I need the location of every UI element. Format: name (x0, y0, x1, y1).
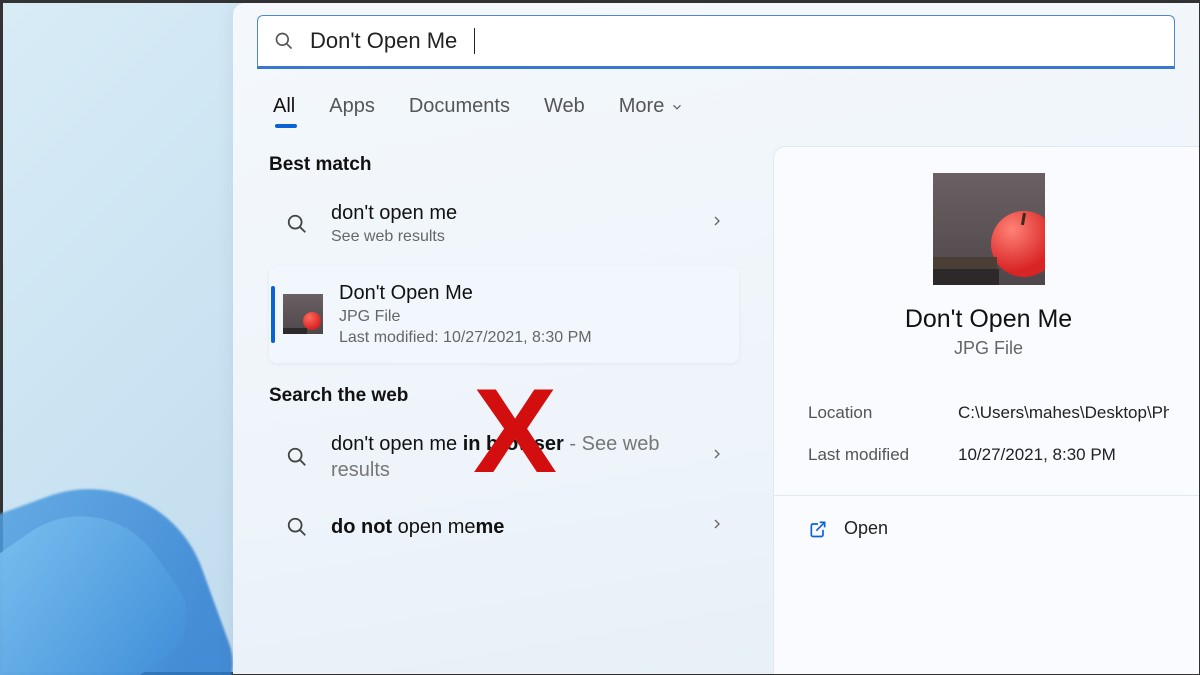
preview-thumbnail (933, 173, 1045, 285)
result-title: do not open meme (331, 514, 693, 540)
open-label: Open (844, 518, 888, 539)
chevron-right-icon[interactable] (709, 446, 725, 467)
meta-location-label: Location (808, 403, 958, 423)
divider (774, 495, 1199, 496)
chevron-right-icon[interactable] (709, 516, 725, 537)
preview-metadata: Location C:\Users\mahes\Desktop\Phot Las… (808, 403, 1169, 465)
meta-location-value: C:\Users\mahes\Desktop\Phot (958, 403, 1169, 423)
results-list: Best match don't open me See web results (233, 140, 763, 674)
preview-type: JPG File (808, 338, 1169, 359)
chevron-down-icon (670, 100, 684, 114)
result-web-meme[interactable]: do not open meme (269, 499, 739, 555)
chevron-right-icon[interactable] (709, 213, 725, 234)
results-area: Best match don't open me See web results (233, 130, 1199, 674)
search-icon (279, 509, 315, 545)
result-file-type: JPG File (339, 306, 725, 328)
search-icon (274, 31, 294, 51)
open-icon (808, 519, 828, 539)
result-subtitle: See web results (331, 226, 693, 248)
tab-documents[interactable]: Documents (409, 95, 510, 118)
result-title: don't open me in browser - See web resul… (331, 431, 693, 483)
result-title: don't open me (331, 200, 693, 226)
result-title: Don't Open Me (339, 280, 725, 306)
tab-more-label: More (619, 95, 665, 118)
result-file-selected[interactable]: Don't Open Me JPG File Last modified: 10… (269, 266, 739, 363)
preview-title: Don't Open Me (808, 305, 1169, 334)
start-search-panel: Don't Open Me All Apps Documents Web Mor… (233, 3, 1199, 674)
tab-all[interactable]: All (273, 95, 295, 118)
preview-pane: Don't Open Me JPG File Location C:\Users… (773, 146, 1199, 674)
section-search-web: Search the web (269, 385, 739, 407)
search-icon (279, 439, 315, 475)
result-web-top[interactable]: don't open me See web results (269, 190, 739, 258)
result-web-browser[interactable]: don't open me in browser - See web resul… (269, 421, 739, 493)
file-thumbnail (283, 294, 323, 334)
tab-web[interactable]: Web (544, 95, 585, 118)
open-action[interactable]: Open (808, 512, 1169, 545)
section-best-match: Best match (269, 154, 739, 176)
result-file-modified: Last modified: 10/27/2021, 8:30 PM (339, 327, 725, 349)
search-icon (279, 206, 315, 242)
search-input[interactable]: Don't Open Me (257, 15, 1175, 69)
search-query-text: Don't Open Me (310, 28, 457, 54)
meta-modified-value: 10/27/2021, 8:30 PM (958, 445, 1169, 465)
tab-more[interactable]: More (619, 95, 685, 118)
filter-tabs: All Apps Documents Web More (233, 69, 1199, 130)
tab-apps[interactable]: Apps (329, 95, 375, 118)
text-caret (474, 28, 475, 54)
meta-modified-label: Last modified (808, 445, 958, 465)
